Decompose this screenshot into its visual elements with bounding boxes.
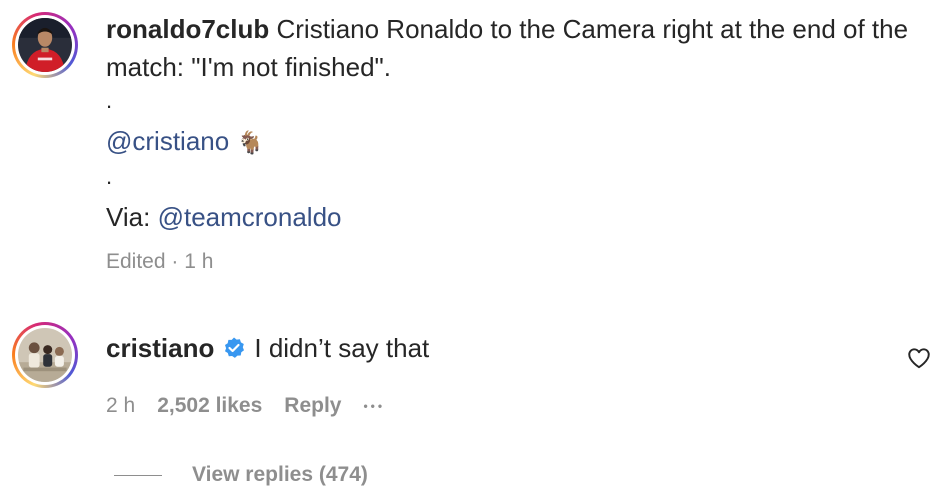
post-avatar[interactable] bbox=[12, 12, 78, 78]
post-meta: Edited · 1 h bbox=[106, 250, 214, 273]
comment-actions: 2 h 2,502 likes Reply ••• bbox=[106, 394, 407, 418]
more-options-icon[interactable]: ••• bbox=[363, 399, 385, 413]
caption-dot-2: . bbox=[106, 164, 113, 189]
post-username[interactable]: ronaldo7club bbox=[106, 14, 269, 44]
mention-teamcronaldo[interactable]: @teamcronaldo bbox=[158, 202, 342, 232]
comment-time[interactable]: 2 h bbox=[106, 394, 135, 418]
comment-text: I didn’t say that bbox=[254, 333, 430, 363]
replies-divider bbox=[114, 474, 162, 476]
caption-dot-1: . bbox=[106, 88, 113, 113]
goat-emoji-icon: 🐐 bbox=[236, 130, 264, 155]
comment-likes[interactable]: 2,502 likes bbox=[157, 394, 262, 418]
player-photo-icon bbox=[18, 18, 72, 72]
verified-badge-icon bbox=[225, 337, 245, 358]
heart-icon[interactable] bbox=[906, 345, 932, 371]
view-replies-label[interactable]: View replies (474) bbox=[192, 463, 368, 487]
post-comments-panel: ronaldo7club Cristiano Ronaldo to the Ca… bbox=[0, 0, 939, 501]
mention-cristiano[interactable]: @cristiano bbox=[106, 126, 229, 156]
comment-username[interactable]: cristiano bbox=[106, 329, 214, 367]
comment-body: cristiano I didn’t say that bbox=[106, 329, 429, 367]
view-replies-button[interactable]: View replies (474) bbox=[114, 463, 368, 487]
family-photo-icon bbox=[18, 328, 72, 382]
via-label: Via: bbox=[106, 202, 151, 232]
comment-avatar[interactable] bbox=[12, 322, 78, 388]
reply-button[interactable]: Reply bbox=[284, 394, 341, 418]
post-caption: ronaldo7club Cristiano Ronaldo to the Ca… bbox=[106, 10, 926, 236]
